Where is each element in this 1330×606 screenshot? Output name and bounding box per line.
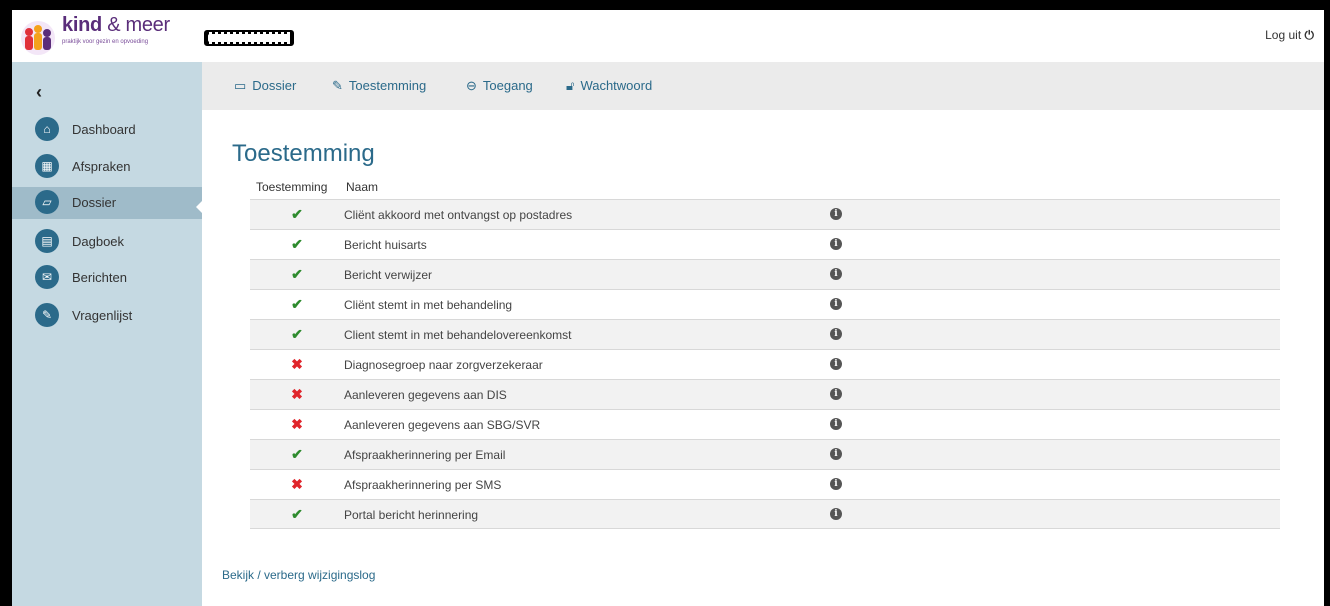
- sidebar-item-label: Dashboard: [72, 122, 136, 137]
- envelope-icon: ✉: [35, 265, 59, 289]
- folder-icon: ▭: [234, 78, 247, 93]
- tab-dossier[interactable]: ▭ Dossier: [234, 78, 296, 94]
- consent-name: Afspraakherinnering per SMS: [344, 478, 502, 492]
- book-icon: ▤: [35, 229, 59, 253]
- sidebar-item-label: Dagboek: [72, 234, 125, 249]
- check-icon: ✔: [291, 266, 303, 282]
- user-name-box: [204, 30, 294, 46]
- home-icon: ⌂: [35, 117, 59, 141]
- consent-name: Aanleveren gegevens aan SBG/SVR: [344, 418, 541, 432]
- sidebar-item-berichten[interactable]: ✉ Berichten: [12, 262, 202, 294]
- consent-name: Aanleveren gegevens aan DIS: [344, 388, 507, 402]
- consent-name: Afspraakherinnering per Email: [344, 448, 506, 462]
- tab-toegang[interactable]: ⊖ Toegang: [466, 78, 533, 94]
- sidebar-item-label: Afspraken: [72, 159, 131, 174]
- edit-icon: ✎: [332, 78, 343, 93]
- info-icon[interactable]: i: [830, 478, 842, 490]
- consent-name: Cliënt stemt in met behandeling: [344, 298, 513, 312]
- tab-wachtwoord[interactable]: 🔓︎ Wachtwoord: [566, 78, 652, 94]
- table-row: ✔ Afspraakherinnering per Email i: [250, 439, 1280, 469]
- info-icon[interactable]: i: [830, 418, 842, 430]
- cross-icon: ✖: [291, 386, 303, 402]
- sidebar-item-dossier[interactable]: ▱ Dossier: [12, 187, 202, 219]
- sidebar-item-vragenlijst[interactable]: ✎ Vragenlijst: [12, 300, 202, 332]
- info-icon[interactable]: i: [830, 388, 842, 400]
- minus-circle-icon: ⊖: [466, 78, 477, 93]
- check-icon: ✔: [291, 206, 303, 222]
- logout-button[interactable]: Log uit ⏻: [1265, 28, 1314, 43]
- consent-name: Bericht huisarts: [344, 238, 427, 252]
- sidebar: ‹ ⌂ Dashboard ▦ Afspraken ▱ Dossier ▤ Da…: [12, 62, 202, 606]
- column-header-consent: Toestemming: [256, 180, 328, 194]
- column-header-name: Naam: [346, 180, 379, 194]
- table-row: ✔ Portal bericht herinnering i: [250, 499, 1280, 529]
- consent-name: Portal bericht herinnering: [344, 508, 479, 522]
- sidebar-item-dashboard[interactable]: ⌂ Dashboard: [12, 114, 202, 146]
- table-row: ✔ Bericht verwijzer i: [250, 259, 1280, 289]
- consent-table: ✔ Cliënt akkoord met ontvangst op postadr…: [250, 199, 1280, 529]
- cross-icon: ✖: [291, 356, 303, 372]
- family-logo-icon: [21, 21, 55, 55]
- tab-label: Toegang: [482, 78, 533, 93]
- cross-icon: ✖: [291, 476, 303, 492]
- cross-icon: ✖: [291, 416, 303, 432]
- consent-name: Cliënt akkoord met ontvangst op postadre…: [344, 208, 573, 222]
- top-header: kind & meer praktijk voor gezin en opvoe…: [12, 10, 1324, 62]
- check-icon: ✔: [291, 326, 303, 342]
- info-icon[interactable]: i: [830, 268, 842, 280]
- active-indicator: [196, 199, 204, 215]
- table-row: ✖ Diagnosegroep naar zorgverzekeraar i: [250, 349, 1280, 379]
- chevron-left-icon[interactable]: ‹: [36, 82, 42, 103]
- toggle-change-log-link[interactable]: Bekijk / verberg wijzigingslog: [222, 568, 375, 582]
- table-row: ✔ Bericht huisarts i: [250, 229, 1280, 259]
- sidebar-item-label: Berichten: [72, 270, 127, 285]
- table-row: ✔ Cliënt stemt in met behandeling i: [250, 289, 1280, 319]
- logout-label: Log uit: [1265, 28, 1302, 42]
- folder-icon: ▱: [35, 190, 59, 214]
- table-row: ✖ Afspraakherinnering per SMS i: [250, 469, 1280, 499]
- table-row: ✔ Cliënt akkoord met ontvangst op postadr…: [250, 199, 1280, 229]
- app-window: kind & meer praktijk voor gezin en opvoe…: [12, 10, 1324, 606]
- table-row: ✖ Aanleveren gegevens aan SBG/SVR i: [250, 409, 1280, 439]
- power-icon: ⏻: [1304, 28, 1315, 42]
- info-icon[interactable]: i: [830, 508, 842, 520]
- unlock-icon: 🔓︎: [566, 78, 575, 93]
- info-icon[interactable]: i: [830, 358, 842, 370]
- brand-name: kind & meer: [62, 14, 170, 36]
- tab-label: Dossier: [252, 78, 297, 93]
- tab-label: Toestemming: [348, 78, 427, 93]
- sidebar-item-dagboek[interactable]: ▤ Dagboek: [12, 226, 202, 258]
- info-icon[interactable]: i: [830, 328, 842, 340]
- info-icon[interactable]: i: [830, 448, 842, 460]
- consent-name: Bericht verwijzer: [344, 268, 433, 282]
- edit-icon: ✎: [35, 303, 59, 327]
- table-row: ✖ Aanleveren gegevens aan DIS i: [250, 379, 1280, 409]
- sidebar-item-afspraken[interactable]: ▦ Afspraken: [12, 151, 202, 183]
- info-icon[interactable]: i: [830, 238, 842, 250]
- info-icon[interactable]: i: [830, 208, 842, 220]
- consent-name: Diagnosegroep naar zorgverzekeraar: [344, 358, 543, 372]
- table-row: ✔ Client stemt in met behandelovereenkoms…: [250, 319, 1280, 349]
- info-icon[interactable]: i: [830, 298, 842, 310]
- check-icon: ✔: [291, 446, 303, 462]
- page-title: Toestemming: [232, 140, 375, 167]
- tab-toestemming[interactable]: ✎ Toestemming: [332, 78, 426, 94]
- tab-label: Wachtwoord: [580, 78, 653, 93]
- sidebar-item-label: Dossier: [72, 195, 117, 210]
- sidebar-item-label: Vragenlijst: [72, 308, 133, 323]
- calendar-icon: ▦: [35, 154, 59, 178]
- check-icon: ✔: [291, 506, 303, 522]
- brand-tagline: praktijk voor gezin en opvoeding: [62, 39, 149, 45]
- check-icon: ✔: [291, 296, 303, 312]
- brand-logo[interactable]: kind & meer praktijk voor gezin en opvoe…: [20, 14, 190, 58]
- check-icon: ✔: [291, 236, 303, 252]
- consent-name: Client stemt in met behandelovereenkomst: [344, 328, 572, 342]
- sub-navigation: ▭ Dossier ✎ Toestemming ⊖ Toegang 🔓︎ Wachtwo…: [202, 62, 1324, 110]
